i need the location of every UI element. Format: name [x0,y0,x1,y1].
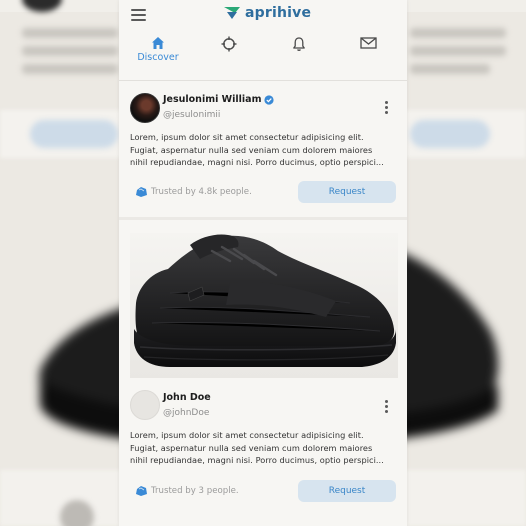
brand-name: aprihive [245,5,312,21]
post-body-line: nihil repudiandae, magni nisi. Porro duc… [130,157,384,167]
verified-badge-icon [264,94,275,105]
post-body: Lorem, ipsum dolor sit amet consectetur … [130,131,394,169]
backdrop-text [410,64,490,74]
post-body: Lorem, ipsum dolor sit amet consectetur … [130,429,394,467]
tab-discover-label: Discover [137,52,179,63]
crosshair-icon [221,36,237,52]
post-body-line: nihil repudiandae, magni nisi. Porro duc… [130,455,384,465]
tab-explore[interactable] [216,36,242,76]
post-author[interactable]: John Doe [163,392,211,403]
tab-messages[interactable] [355,36,381,76]
request-button[interactable]: Request [298,181,396,203]
backdrop-avatar [60,500,94,526]
backdrop-pill [410,120,490,148]
more-options-icon[interactable] [383,101,389,115]
bell-icon [293,37,305,51]
trust-indicator: Trusted by 4.8k people. [135,185,252,198]
app-screen: aprihive Discover Jesulonimi William @je… [119,0,407,526]
hamburger-menu-icon[interactable] [131,9,146,21]
avatar[interactable] [130,93,160,123]
post-image-sneaker[interactable] [130,233,398,378]
post-author-name: John Doe [163,392,211,403]
tab-notifications[interactable] [286,36,312,76]
top-bar: aprihive [119,0,407,30]
post-author[interactable]: Jesulonimi William [163,94,275,105]
bottom-tab-nav: Discover [119,36,407,76]
handshake-icon [136,486,147,496]
post-card: John Doe @johnDoe Lorem, ipsum dolor sit… [119,220,407,520]
request-button[interactable]: Request [298,480,396,502]
more-options-icon[interactable] [383,400,389,414]
post-body-line: Fugiat, aspernatur nulla sed veniam cum … [130,144,373,155]
backdrop-text [22,28,118,38]
mail-icon [359,37,377,49]
post-body-line: Lorem, ipsum dolor sit amet consectetur … [130,430,364,440]
post-author-name: Jesulonimi William [163,94,262,105]
backdrop-pill [30,120,118,148]
sneaker-illustration [134,234,396,367]
backdrop-text [22,46,118,56]
backdrop-text [410,28,506,38]
avatar[interactable] [130,390,160,420]
backdrop-text [22,64,118,74]
handshake-icon [136,187,147,197]
post-body-line: Lorem, ipsum dolor sit amet consectetur … [130,132,364,142]
aprihive-logo-icon [224,7,240,19]
post-body-line: Fugiat, aspernatur nulla sed veniam cum … [130,442,373,453]
post-card: Jesulonimi William @jesulonimii Lorem, i… [119,81,407,216]
backdrop-text [410,46,506,56]
home-icon [152,37,164,49]
brand[interactable]: aprihive [223,5,311,21]
trust-text: Trusted by 3 people. [151,485,239,496]
post-handle[interactable]: @jesulonimii [163,110,220,120]
post-handle[interactable]: @johnDoe [163,408,209,418]
trust-text: Trusted by 4.8k people. [151,186,252,197]
trust-indicator: Trusted by 3 people. [135,484,239,497]
tab-discover[interactable]: Discover [135,36,181,76]
